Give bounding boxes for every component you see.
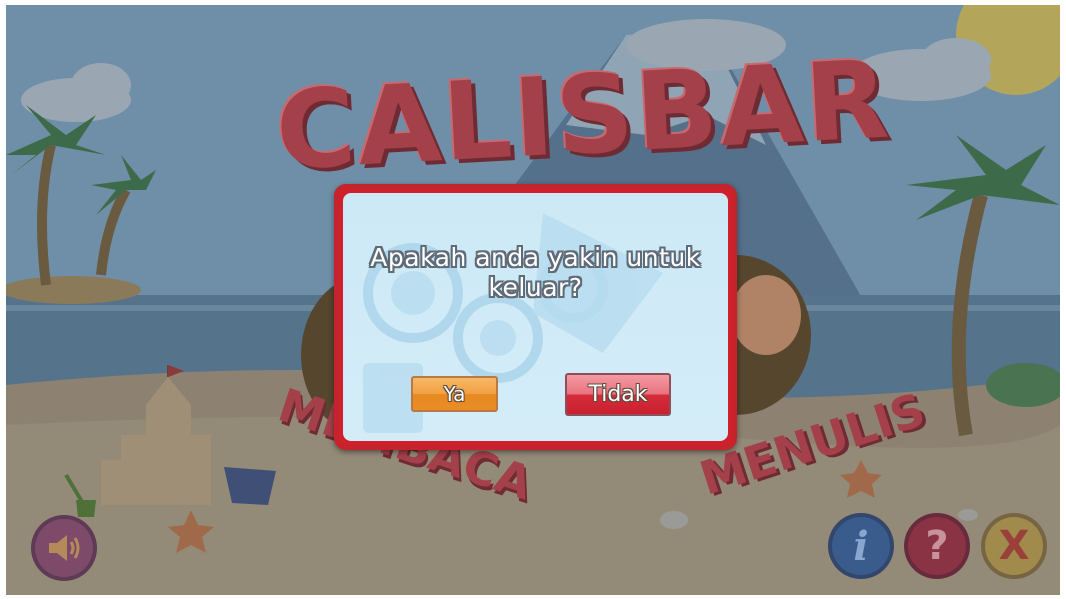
question-icon: ? bbox=[925, 523, 949, 569]
exit-button[interactable]: X bbox=[981, 513, 1047, 579]
no-button[interactable]: Tidak bbox=[565, 373, 671, 416]
speaker-icon bbox=[49, 535, 80, 561]
yes-button[interactable]: Ya bbox=[411, 376, 498, 412]
sound-button[interactable] bbox=[31, 515, 97, 581]
close-icon: X bbox=[998, 523, 1030, 569]
info-icon: i bbox=[853, 522, 869, 570]
dialog-panel: Apakah anda yakin untuk keluar? Ya Tidak bbox=[343, 193, 728, 441]
exit-confirm-dialog: Apakah anda yakin untuk keluar? Ya Tidak bbox=[334, 184, 737, 450]
dialog-message: Apakah anda yakin untuk keluar? bbox=[370, 243, 701, 302]
help-button[interactable]: ? bbox=[904, 513, 970, 579]
info-button[interactable]: i bbox=[828, 513, 894, 579]
